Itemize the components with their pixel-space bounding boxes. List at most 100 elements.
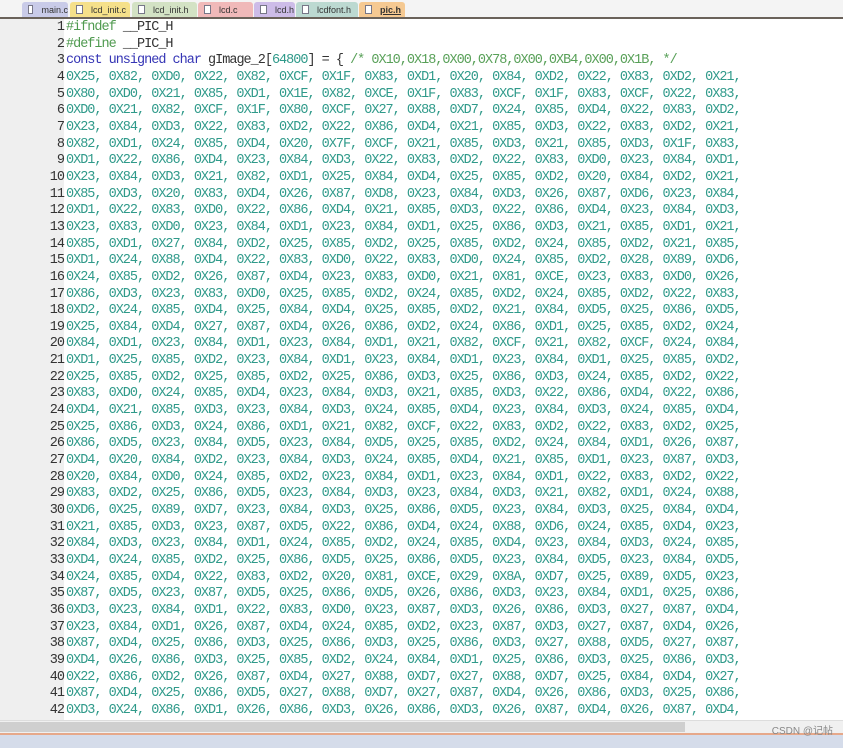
hex-data: 0X25, 0X82, 0XD0, 0X22, 0X82, 0XCF, 0X1F… (66, 69, 742, 85)
line-number: 9 (56, 153, 65, 169)
line-number: 3 (56, 53, 65, 69)
file-icon (260, 5, 267, 14)
hex-data: 0X21, 0X85, 0XD3, 0X23, 0X87, 0XD5, 0X22… (66, 519, 742, 535)
line-number: 22 (49, 369, 65, 385)
code-line: 33 0XD4, 0X24, 0X85, 0XD2, 0X25, 0X86, 0X… (0, 553, 742, 570)
hex-data: 0X83, 0XD2, 0X25, 0X86, 0XD5, 0X23, 0X84… (66, 486, 742, 502)
line-number: 31 (49, 519, 65, 535)
hex-data: 0X80, 0XD0, 0X21, 0X85, 0XD1, 0X1E, 0X82… (66, 86, 742, 102)
code-line: 11 0X85, 0XD3, 0X20, 0X83, 0XD4, 0X26, 0X… (0, 186, 742, 204)
hex-data: 0XD3, 0X24, 0X86, 0XD1, 0X26, 0X86, 0XD3… (66, 702, 742, 718)
tab-label: lcd.c (219, 4, 238, 15)
code-line: 18 0XD2, 0X24, 0X85, 0XD4, 0X25, 0X84, 0X… (0, 303, 742, 320)
line-number: 24 (49, 403, 65, 419)
line-number: 33 (49, 553, 65, 568)
code-line: 4 0X25, 0X82, 0XD0, 0X22, 0X82, 0XCF, 0X1… (0, 69, 742, 87)
line-number: 38 (49, 636, 65, 652)
tab-label: lcd_init.h (153, 4, 189, 15)
hex-data: 0X85, 0XD1, 0X27, 0X84, 0XD2, 0X25, 0X85… (66, 236, 742, 252)
line-number: 8 (56, 136, 65, 152)
line-number: 15 (49, 253, 65, 269)
hex-data: 0XD4, 0X26, 0X86, 0XD3, 0X25, 0X85, 0XD2… (66, 652, 742, 668)
code-line: 1 #ifndef __PIC_H (0, 20, 741, 37)
code-line: 8 0X82, 0XD1, 0X24, 0X85, 0XD4, 0X20, 0X7… (0, 136, 742, 154)
tab-lcdfont-h[interactable]: lcdfont.h (296, 2, 358, 17)
hex-data: 0X86, 0XD5, 0X23, 0X84, 0XD5, 0X23, 0X84… (66, 436, 742, 452)
hex-data: 0X87, 0XD4, 0X25, 0X86, 0XD3, 0X25, 0X86… (66, 636, 742, 652)
hex-data: 0XD1, 0X22, 0X86, 0XD4, 0X23, 0X84, 0XD3… (66, 153, 742, 169)
code-line: 14 0X85, 0XD1, 0X27, 0X84, 0XD2, 0X25, 0X… (0, 236, 742, 254)
hex-data: 0X22, 0X86, 0XD2, 0X26, 0X87, 0XD4, 0X27… (66, 669, 742, 685)
hex-data: 0XD4, 0X24, 0X85, 0XD2, 0X25, 0X86, 0XD5… (66, 553, 742, 568)
code-line: 42 0XD3, 0X24, 0X86, 0XD1, 0X26, 0X86, 0X… (0, 702, 742, 720)
code-line: 9 0XD1, 0X22, 0X86, 0XD4, 0X23, 0X84, 0XD… (0, 153, 742, 170)
hex-data: 0XD6, 0X25, 0X89, 0XD7, 0X23, 0X84, 0XD3… (66, 503, 742, 519)
tab-label: lcd.h (275, 4, 295, 15)
macro-name: __PIC_H (115, 20, 174, 35)
hex-data: 0X83, 0XD0, 0X24, 0X85, 0XD4, 0X23, 0X84… (66, 386, 742, 402)
code-line: 2 #define __PIC_H (0, 37, 741, 54)
array-name: gImage_2[ (200, 53, 273, 69)
line-number: 5 (56, 86, 65, 102)
line-number: 19 (49, 319, 65, 335)
code-line: 23 0X83, 0XD0, 0X24, 0X85, 0XD4, 0X23, 0X… (0, 386, 742, 403)
scrollbar-thumb[interactable] (0, 722, 685, 732)
header-comment: /* 0X10,0X18,0X00,0X78,0X00,0XB4,0X00,0X… (350, 53, 678, 69)
code-line: 37 0X23, 0X84, 0XD1, 0X26, 0X87, 0XD4, 0X… (0, 619, 742, 637)
code-editor[interactable]: 1 #ifndef __PIC_H 2 #define __PIC_H 3 const… (0, 17, 843, 722)
code-line: 25 0X25, 0X86, 0XD3, 0X24, 0X86, 0XD1, 0X… (0, 419, 742, 437)
code-line: 3 const unsigned char gImage_2[64800] = {… (0, 53, 741, 70)
tab-main-c[interactable]: main.c (22, 2, 68, 17)
file-icon (365, 5, 372, 14)
line-number: 41 (49, 686, 65, 702)
line-number: 21 (49, 353, 65, 369)
line-number: 25 (49, 419, 65, 435)
hex-data: 0XD2, 0X24, 0X85, 0XD4, 0X25, 0X84, 0XD4… (66, 303, 742, 319)
line-number: 2 (56, 36, 65, 52)
file-icon (204, 5, 211, 14)
tab-lcd-init-c[interactable]: lcd_init.c (70, 2, 130, 17)
tab-label: pic.h (380, 4, 402, 15)
line-number: 29 (49, 486, 65, 502)
hex-data: 0X85, 0XD3, 0X20, 0X83, 0XD4, 0X26, 0X87… (66, 186, 742, 202)
tab-label: lcd_init.c (91, 4, 127, 15)
code-line: 6 0XD0, 0X21, 0X82, 0XCF, 0X1F, 0X80, 0XC… (0, 103, 742, 120)
line-number: 37 (49, 619, 65, 635)
file-icon (28, 5, 34, 14)
code-line: 32 0X84, 0XD3, 0X23, 0X84, 0XD1, 0X24, 0X… (0, 536, 742, 553)
code-line: 39 0XD4, 0X26, 0X86, 0XD3, 0X25, 0X85, 0X… (0, 652, 742, 670)
file-icon (138, 5, 145, 14)
preprocessor-directive: #ifndef (66, 20, 117, 35)
code-line: 12 0XD1, 0X22, 0X83, 0XD0, 0X22, 0X86, 0X… (0, 203, 742, 220)
hex-data: 0XD1, 0X22, 0X83, 0XD0, 0X22, 0X86, 0XD4… (66, 203, 742, 219)
hex-data: 0X87, 0XD5, 0X23, 0X87, 0XD5, 0X25, 0X86… (66, 586, 742, 602)
line-number: 34 (49, 569, 65, 585)
hex-data: 0XD3, 0X23, 0X84, 0XD1, 0X22, 0X83, 0XD0… (66, 602, 742, 618)
array-open: ] = { (307, 53, 351, 69)
tab-lcd-h[interactable]: lcd.h (254, 2, 295, 17)
code-line: 40 0X22, 0X86, 0XD2, 0X26, 0X87, 0XD4, 0X… (0, 669, 742, 687)
line-number: 23 (49, 386, 65, 402)
tab-lcd-c[interactable]: lcd.c (198, 2, 253, 17)
tab-label: lcdfont.h (317, 4, 352, 15)
file-tab-bar: main.c lcd_init.c lcd_init.h lcd.c lcd.h lcdf… (0, 0, 843, 17)
file-icon (302, 5, 309, 14)
line-number: 20 (49, 336, 65, 352)
code-line: 35 0X87, 0XD5, 0X23, 0X87, 0XD5, 0X25, 0X… (0, 586, 742, 603)
code-line: 22 0X25, 0X85, 0XD2, 0X25, 0X85, 0XD2, 0X… (0, 369, 742, 387)
hex-data: 0X20, 0X84, 0XD0, 0X24, 0X85, 0XD2, 0X23… (66, 469, 742, 485)
horizontal-scrollbar[interactable] (0, 720, 843, 733)
line-number: 6 (56, 103, 65, 119)
code-line: 15 0XD1, 0X24, 0X88, 0XD4, 0X22, 0X83, 0X… (0, 253, 742, 270)
tab-pic-h[interactable]: pic.h (359, 2, 405, 17)
line-number: 36 (49, 602, 65, 618)
hex-data: 0XD1, 0X24, 0X88, 0XD4, 0X22, 0X83, 0XD0… (66, 253, 742, 269)
line-number: 28 (49, 469, 65, 485)
line-number: 27 (49, 453, 65, 469)
preprocessor-directive: #define (66, 36, 117, 52)
hex-data: 0X84, 0XD3, 0X23, 0X84, 0XD1, 0X24, 0X85… (66, 536, 742, 552)
line-number: 42 (49, 702, 65, 718)
tab-label: main.c (41, 4, 68, 15)
tab-lcd-init-h[interactable]: lcd_init.h (132, 2, 197, 17)
code-line: 38 0X87, 0XD4, 0X25, 0X86, 0XD3, 0X25, 0X… (0, 636, 742, 653)
